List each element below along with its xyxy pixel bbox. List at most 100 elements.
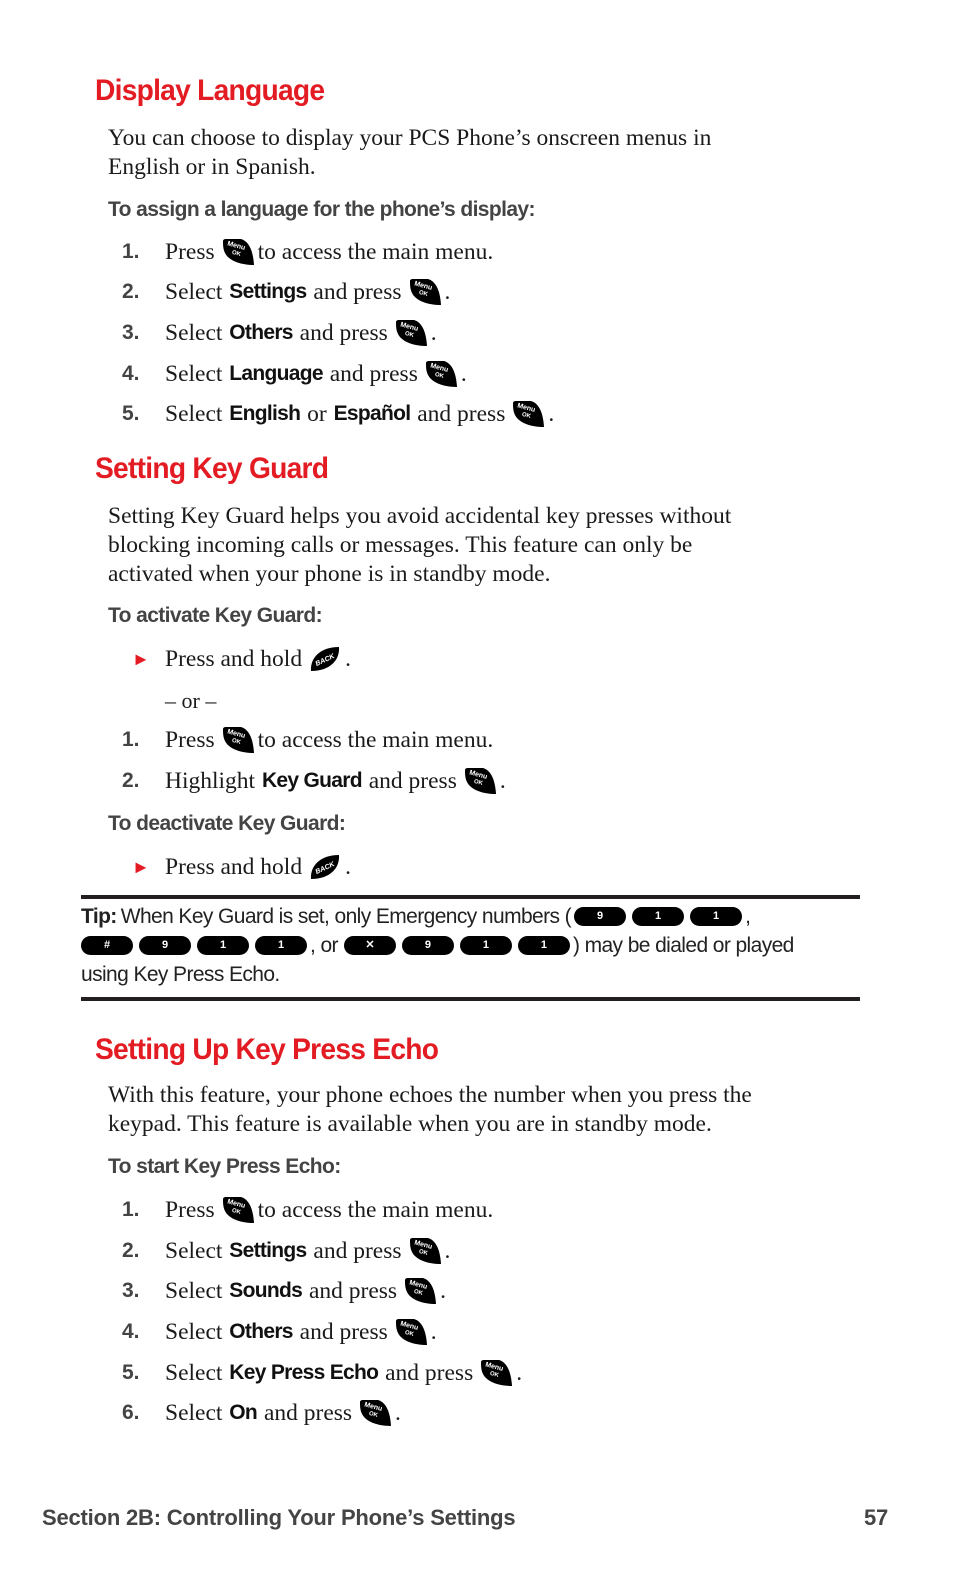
menu-option: Settings <box>229 280 307 303</box>
menu-option: On <box>229 1401 258 1424</box>
intro-line: keypad. This feature is available when y… <box>108 1111 712 1137</box>
step-number: 4. <box>122 1320 140 1343</box>
step-text: and press <box>417 400 506 427</box>
heading-setting-key-guard: Setting Key Guard <box>95 452 329 485</box>
menu-ok-key-icon: Menu OK <box>403 1276 437 1306</box>
key-1-icon: 1 <box>255 936 307 955</box>
step-text: Select <box>165 1359 223 1386</box>
step-text: Select <box>165 360 223 387</box>
red-triangle-bullet-icon: ► <box>132 648 150 669</box>
step-number: 3. <box>122 321 140 344</box>
step-text: and press <box>329 360 418 387</box>
step-number: 2. <box>122 1239 140 1262</box>
tip-text: ) may be dialed or played <box>572 934 794 957</box>
key-1-icon: 1 <box>690 907 743 926</box>
step-text: and press <box>313 278 402 305</box>
footer-section-title: Section 2B: Controlling Your Phone’s Set… <box>42 1505 516 1530</box>
key-1-icon: 1 <box>632 907 685 926</box>
menu-ok-key-icon: Menu OK <box>221 237 255 267</box>
or-separator: – or – <box>165 688 217 713</box>
menu-ok-key-icon: Menu OK <box>221 725 255 755</box>
step-text: to access the main menu. <box>257 1196 494 1223</box>
tip-text: When Key Guard is set, only Emergency nu… <box>120 905 572 928</box>
key-1-icon: 1 <box>517 936 570 955</box>
step-item: 1. Press Menu OK to access the main menu. <box>122 724 493 756</box>
menu-option: Español <box>333 402 411 425</box>
key-star-icon: ✕ <box>343 936 396 955</box>
step-item: 4. Select Language and press Menu OK. <box>122 358 467 390</box>
step-item: 1. Press Menu OK to access the main menu. <box>122 236 493 268</box>
menu-ok-key-icon: Menu OK <box>358 1398 392 1428</box>
menu-option: Sounds <box>229 1279 303 1302</box>
tip-line: using Key Press Echo. <box>81 960 861 989</box>
subheading-start-key-press-echo: To start Key Press Echo: <box>108 1155 341 1178</box>
step-text: and press <box>263 1399 353 1426</box>
key-press-echo-intro: With this feature, your phone echoes the… <box>108 1081 868 1139</box>
step-text: Press <box>165 1196 215 1223</box>
step-number: 1. <box>122 1198 140 1221</box>
menu-ok-key-icon: Menu OK <box>511 399 545 429</box>
step-text: Press <box>165 726 215 753</box>
step-item: 6. Select On and press Menu OK. <box>122 1397 401 1429</box>
bullet-item: ► Press and hold BACK. <box>122 851 351 883</box>
step-text: and press <box>368 767 457 794</box>
menu-ok-key-icon: Menu OK <box>394 1317 428 1347</box>
tip-line: Tip: When Key Guard is set, only Emergen… <box>81 902 861 931</box>
key-9-icon: 9 <box>139 936 191 955</box>
menu-option: Settings <box>229 1239 307 1262</box>
manual-page: Display Language You can choose to displ… <box>0 0 954 1590</box>
key-1-icon: 1 <box>197 936 249 955</box>
bullet-item: ► Press and hold BACK. <box>122 643 351 675</box>
step-item: 4. Select Others and press Menu OK. <box>122 1316 437 1348</box>
intro-line: Setting Key Guard helps you avoid accide… <box>108 503 732 529</box>
step-text: and press <box>299 319 388 346</box>
step-number: 1. <box>122 728 140 751</box>
step-item: 2. Select Settings and press Menu OK. <box>122 276 450 308</box>
menu-ok-key-icon: Menu OK <box>394 318 428 348</box>
step-number: 4. <box>122 362 140 385</box>
step-item: 2. Select Settings and press Menu OK. <box>122 1235 450 1267</box>
step-item: 3. Select Sounds and press Menu OK. <box>122 1275 446 1307</box>
step-text: Press <box>165 238 215 265</box>
menu-option: Key Guard <box>261 769 363 792</box>
display-language-intro: You can choose to display your PCS Phone… <box>108 124 868 182</box>
step-text: Select <box>165 400 223 427</box>
step-text: Select <box>165 278 223 305</box>
step-text: and press <box>299 1318 388 1345</box>
step-item: 5. Select Key Press Echo and press Menu O… <box>122 1357 522 1389</box>
step-text: Press and hold <box>165 853 303 880</box>
menu-option: Others <box>229 1320 293 1343</box>
step-number: 5. <box>122 1361 140 1384</box>
step-text: Select <box>165 1318 223 1345</box>
intro-line: English or in Spanish. <box>108 154 316 180</box>
tip-text: using Key Press Echo. <box>81 963 280 986</box>
key-9-icon: 9 <box>574 907 627 926</box>
back-key-icon: BACK <box>308 852 342 882</box>
step-text: Select <box>165 1237 223 1264</box>
tip-bottom-rule <box>81 997 860 1001</box>
key-pound-icon: # <box>81 936 133 955</box>
step-text: Select <box>165 1277 223 1304</box>
step-text: to access the main menu. <box>257 238 494 265</box>
step-number: 3. <box>122 1279 140 1302</box>
step-text: to access the main menu. <box>257 726 494 753</box>
step-item: 2. Highlight Key Guard and press Menu OK. <box>122 765 506 797</box>
step-number: 1. <box>122 240 140 263</box>
menu-option: English <box>229 402 301 425</box>
red-triangle-bullet-icon: ► <box>132 856 150 877</box>
menu-ok-key-icon: Menu OK <box>408 277 442 307</box>
key-1-icon: 1 <box>459 936 512 955</box>
footer-page-number: 57 <box>864 1505 889 1530</box>
step-number: 5. <box>122 402 140 425</box>
heading-display-language: Display Language <box>95 74 325 107</box>
tip-text: , <box>745 905 751 928</box>
tip-label: Tip: <box>81 905 117 928</box>
step-number: 2. <box>122 280 140 303</box>
step-number: 6. <box>122 1401 140 1424</box>
menu-option: Key Press Echo <box>229 1361 379 1384</box>
tip-text: , or <box>310 934 339 957</box>
step-text: Press and hold <box>165 645 303 672</box>
tip-line: # 9 1 1 , or ✕ 9 1 1 ) may be dialed or … <box>81 931 861 960</box>
step-text: and press <box>385 1359 474 1386</box>
step-text: Select <box>165 319 223 346</box>
